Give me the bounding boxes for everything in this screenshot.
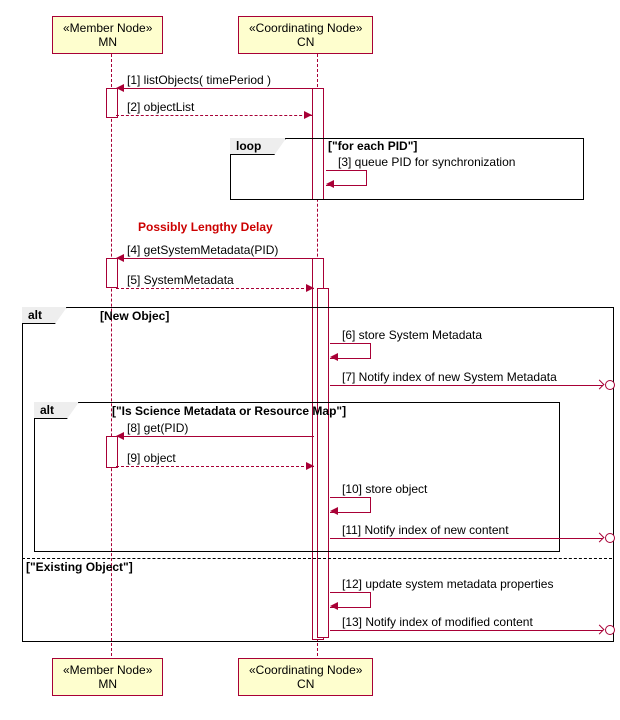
arrow-m1 <box>116 88 312 89</box>
name-cn-bottom: CN <box>297 677 314 691</box>
arrow-m7 <box>330 385 603 386</box>
arrow-m13 <box>330 630 603 631</box>
arrowhead-m3 <box>326 180 334 188</box>
ref-m13 <box>605 625 615 635</box>
stereotype-cn-top: «Coordinating Node» <box>249 21 362 35</box>
arrowhead-m6 <box>330 353 338 361</box>
label-m3: [3] queue PID for synchronization <box>338 155 515 169</box>
fragment-loop-guard: ["for each PID"] <box>328 139 417 153</box>
stereotype-mn-top: «Member Node» <box>63 21 152 35</box>
arrow-m9 <box>116 466 314 468</box>
label-m9: [9] object <box>127 451 176 465</box>
label-m2: [2] objectList <box>127 100 194 114</box>
name-mn-top: MN <box>98 35 117 49</box>
name-mn-bottom: MN <box>98 677 117 691</box>
label-m6: [6] store System Metadata <box>342 328 482 342</box>
fragment-alt-outer-guard1: [New Objec] <box>100 309 169 323</box>
arrowhead-m9 <box>306 462 314 470</box>
arrow-m11 <box>330 538 603 539</box>
delay-label: Possibly Lengthy Delay <box>138 220 273 234</box>
participant-mn-top: «Member Node» MN <box>52 16 163 54</box>
arrow-m8 <box>116 436 314 437</box>
label-m7: [7] Notify index of new System Metadata <box>342 370 557 384</box>
activation-mn-2 <box>106 258 118 288</box>
arrowhead-m1 <box>116 84 124 92</box>
arrow-m5 <box>116 288 314 290</box>
arrowhead-m5 <box>306 284 314 292</box>
ref-m7 <box>605 380 615 390</box>
label-m12: [12] update system metadata properties <box>342 577 553 591</box>
participant-mn-bottom: «Member Node» MN <box>52 658 163 696</box>
stereotype-mn-bottom: «Member Node» <box>63 663 152 677</box>
name-cn-top: CN <box>297 35 314 49</box>
arrowhead-m2 <box>304 111 312 119</box>
arrow-m4 <box>116 258 312 259</box>
label-m4: [4] getSystemMetadata(PID) <box>127 243 278 257</box>
arrowhead-m8 <box>116 432 124 440</box>
label-m11: [11] Notify index of new content <box>342 523 509 537</box>
arrowhead-m4 <box>116 254 124 262</box>
fragment-alt-outer-guard2: ["Existing Object"] <box>26 560 133 574</box>
alt-divider <box>22 558 612 559</box>
stereotype-cn-bottom: «Coordinating Node» <box>249 663 362 677</box>
participant-cn-bottom: «Coordinating Node» CN <box>238 658 373 696</box>
arrowhead-m10 <box>330 507 338 515</box>
activation-mn-1 <box>106 88 118 118</box>
label-m10: [10] store object <box>342 482 427 496</box>
ref-m11 <box>605 533 615 543</box>
label-m8: [8] get(PID) <box>127 421 188 435</box>
label-m13: [13] Notify index of modified content <box>342 615 533 629</box>
label-m1: [1] listObjects( timePeriod ) <box>127 73 271 87</box>
fragment-alt-inner-guard: ["Is Science Metadata or Resource Map"] <box>112 404 346 418</box>
participant-cn-top: «Coordinating Node» CN <box>238 16 373 54</box>
arrow-m2 <box>116 115 312 117</box>
arrowhead-m12 <box>330 602 338 610</box>
label-m5: [5] SystemMetadata <box>127 273 234 287</box>
